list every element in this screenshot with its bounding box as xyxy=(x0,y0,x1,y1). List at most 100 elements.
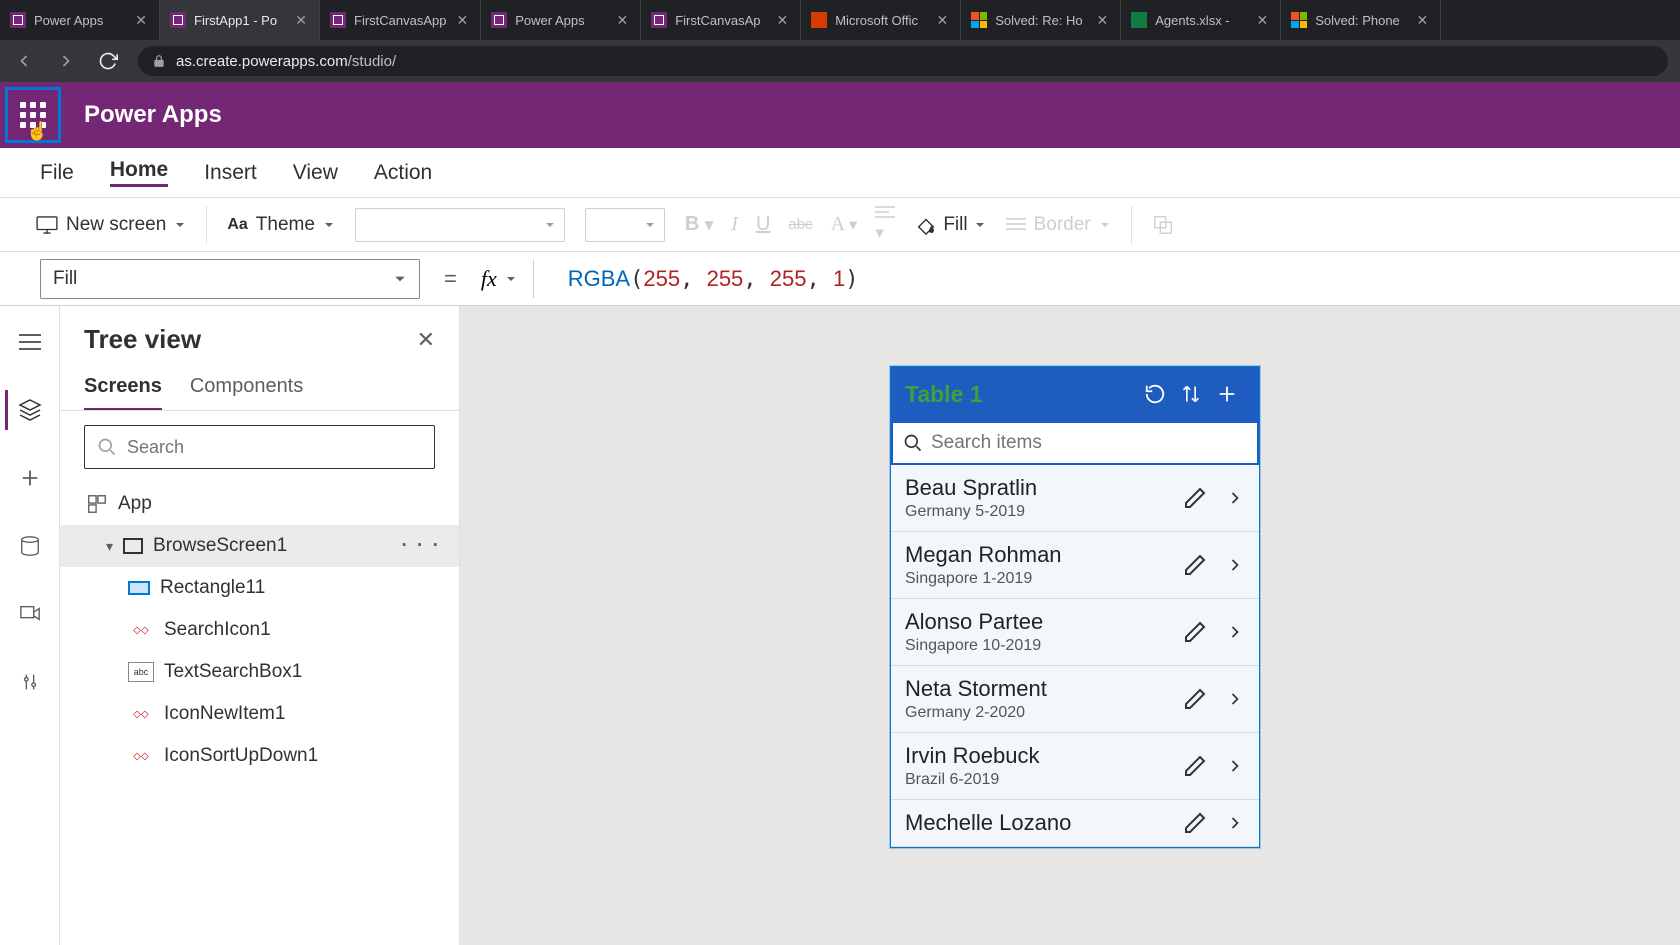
app-canvas[interactable]: Table 1 Beau SpratlinGermany 5-2019Megan… xyxy=(460,306,1680,945)
browser-tab[interactable]: Power Apps ✕ xyxy=(481,0,641,40)
favicon xyxy=(10,12,26,28)
more-button[interactable]: · · · xyxy=(401,535,441,557)
tools-rail-button[interactable] xyxy=(10,662,50,702)
tab-title: Microsoft Offic xyxy=(835,13,926,28)
navigate-button[interactable] xyxy=(1225,811,1245,835)
ribbon-tab-view[interactable]: View xyxy=(293,161,338,185)
fx-button[interactable]: fx xyxy=(481,266,517,292)
edit-button[interactable] xyxy=(1183,553,1207,577)
tree-node-control[interactable]: ◇◇IconSortUpDown1 xyxy=(60,735,459,777)
back-button[interactable] xyxy=(12,49,36,73)
data-rail-button[interactable] xyxy=(10,526,50,566)
close-panel-button[interactable]: ✕ xyxy=(417,327,435,353)
address-bar[interactable]: as.create.powerapps.com/studio/ xyxy=(138,46,1668,76)
tree-node-screen[interactable]: ▾ BrowseScreen1 · · · xyxy=(60,525,459,567)
close-tab-button[interactable]: ✕ xyxy=(1094,11,1110,29)
font-color-button[interactable]: A ▾ xyxy=(831,213,858,236)
chevron-right-icon xyxy=(1225,811,1245,835)
sort-button[interactable] xyxy=(1173,376,1209,412)
refresh-icon xyxy=(1144,383,1166,405)
list-item[interactable]: Beau SpratlinGermany 5-2019 xyxy=(891,465,1259,532)
browser-tab[interactable]: Solved: Re: Ho✕ xyxy=(961,0,1121,40)
reload-button[interactable] xyxy=(96,49,120,73)
database-icon xyxy=(19,535,41,557)
ribbon-tab-home[interactable]: Home xyxy=(110,158,168,187)
property-selector[interactable]: Fill xyxy=(40,259,420,299)
font-dropdown[interactable] xyxy=(355,208,565,242)
tree-tab-screens[interactable]: Screens xyxy=(84,365,162,410)
expand-toggle[interactable]: ▾ xyxy=(106,538,113,555)
close-tab-button[interactable]: ✕ xyxy=(614,11,630,29)
italic-button[interactable]: I xyxy=(731,213,738,236)
hamburger-button[interactable] xyxy=(10,322,50,362)
browser-tab[interactable]: FirstCanvasApp ✕ xyxy=(320,0,481,40)
ribbon-tab-action[interactable]: Action xyxy=(374,161,432,185)
navigate-button[interactable] xyxy=(1225,754,1245,778)
media-rail-button[interactable] xyxy=(10,594,50,634)
browser-tab[interactable]: FirstApp1 - Po✕ xyxy=(160,0,320,40)
list-item[interactable]: Neta StormentGermany 2-2020 xyxy=(891,666,1259,733)
refresh-button[interactable] xyxy=(1137,376,1173,412)
browser-tab[interactable]: Microsoft Offic ✕ xyxy=(801,0,961,40)
edit-button[interactable] xyxy=(1183,620,1207,644)
tree-node-control[interactable]: ◇◇IconNewItem1 xyxy=(60,693,459,735)
chevron-right-icon xyxy=(1225,620,1245,644)
browser-tab[interactable]: FirstCanvasAp✕ xyxy=(641,0,801,40)
underline-button[interactable]: U xyxy=(756,213,770,236)
app-launcher-button[interactable]: ☝ xyxy=(5,87,61,143)
align-button[interactable]: ▾ xyxy=(875,205,895,244)
formula-bar: Fill = fx RGBA(255, 255, 255, 1) xyxy=(0,252,1680,306)
tree-node-app[interactable]: App xyxy=(60,483,459,525)
close-tab-button[interactable]: ✕ xyxy=(1414,11,1430,29)
forward-button[interactable] xyxy=(54,49,78,73)
navigate-button[interactable] xyxy=(1225,553,1245,577)
plus-icon xyxy=(19,467,41,489)
reorder-button[interactable] xyxy=(1152,214,1174,236)
insert-rail-button[interactable] xyxy=(10,458,50,498)
edit-button[interactable] xyxy=(1183,754,1207,778)
ribbon-tab-file[interactable]: File xyxy=(40,161,74,185)
ribbon-tab-insert[interactable]: Insert xyxy=(204,161,257,185)
tab-title: Power Apps xyxy=(515,13,606,28)
item-subtitle: Germany 5-2019 xyxy=(905,503,1183,521)
edit-button[interactable] xyxy=(1183,811,1207,835)
strike-button[interactable]: abc xyxy=(788,216,812,233)
navigate-button[interactable] xyxy=(1225,486,1245,510)
edit-button[interactable] xyxy=(1183,486,1207,510)
tree-search-input[interactable] xyxy=(127,437,422,458)
add-button[interactable] xyxy=(1209,376,1245,412)
edit-button[interactable] xyxy=(1183,687,1207,711)
close-tab-button[interactable]: ✕ xyxy=(293,11,309,29)
bold-button[interactable]: B ▾ xyxy=(685,213,713,236)
close-tab-button[interactable]: ✕ xyxy=(454,11,470,29)
browser-tab[interactable]: Power Apps✕ xyxy=(0,0,160,40)
tree-node-control[interactable]: ◇◇SearchIcon1 xyxy=(60,609,459,651)
new-screen-button[interactable]: New screen xyxy=(36,214,186,236)
treeview-rail-button[interactable] xyxy=(5,390,45,430)
list-item[interactable]: Alonso ParteeSingapore 10-2019 xyxy=(891,599,1259,666)
formula-input[interactable]: RGBA(255, 255, 255, 1) xyxy=(568,266,859,292)
navigate-button[interactable] xyxy=(1225,620,1245,644)
fill-button[interactable]: Fill xyxy=(915,214,985,236)
border-button[interactable]: Border xyxy=(1006,214,1111,236)
browser-tab[interactable]: Solved: Phone✕ xyxy=(1281,0,1441,40)
close-tab-button[interactable]: ✕ xyxy=(934,11,950,29)
list-item[interactable]: Mechelle Lozano xyxy=(891,800,1259,847)
equals-sign: = xyxy=(436,266,465,292)
preview-search-input[interactable] xyxy=(931,432,1247,454)
theme-button[interactable]: Aa Theme xyxy=(227,214,335,236)
navigate-button[interactable] xyxy=(1225,687,1245,711)
close-tab-button[interactable]: ✕ xyxy=(1254,11,1270,29)
list-item[interactable]: Irvin RoebuckBrazil 6-2019 xyxy=(891,733,1259,800)
tree-search-box[interactable] xyxy=(84,425,435,469)
fontsize-dropdown[interactable] xyxy=(585,208,665,242)
list-item[interactable]: Megan RohmanSingapore 1-2019 xyxy=(891,532,1259,599)
close-tab-button[interactable]: ✕ xyxy=(133,11,149,29)
tab-title: FirstCanvasApp xyxy=(354,13,446,28)
tree-node-control[interactable]: Rectangle11 xyxy=(60,567,459,609)
tree-tab-components[interactable]: Components xyxy=(190,365,303,410)
preview-search[interactable] xyxy=(891,421,1259,465)
tree-node-control[interactable]: abcTextSearchBox1 xyxy=(60,651,459,693)
browser-tab[interactable]: Agents.xlsx - ✕ xyxy=(1121,0,1281,40)
close-tab-button[interactable]: ✕ xyxy=(774,11,790,29)
